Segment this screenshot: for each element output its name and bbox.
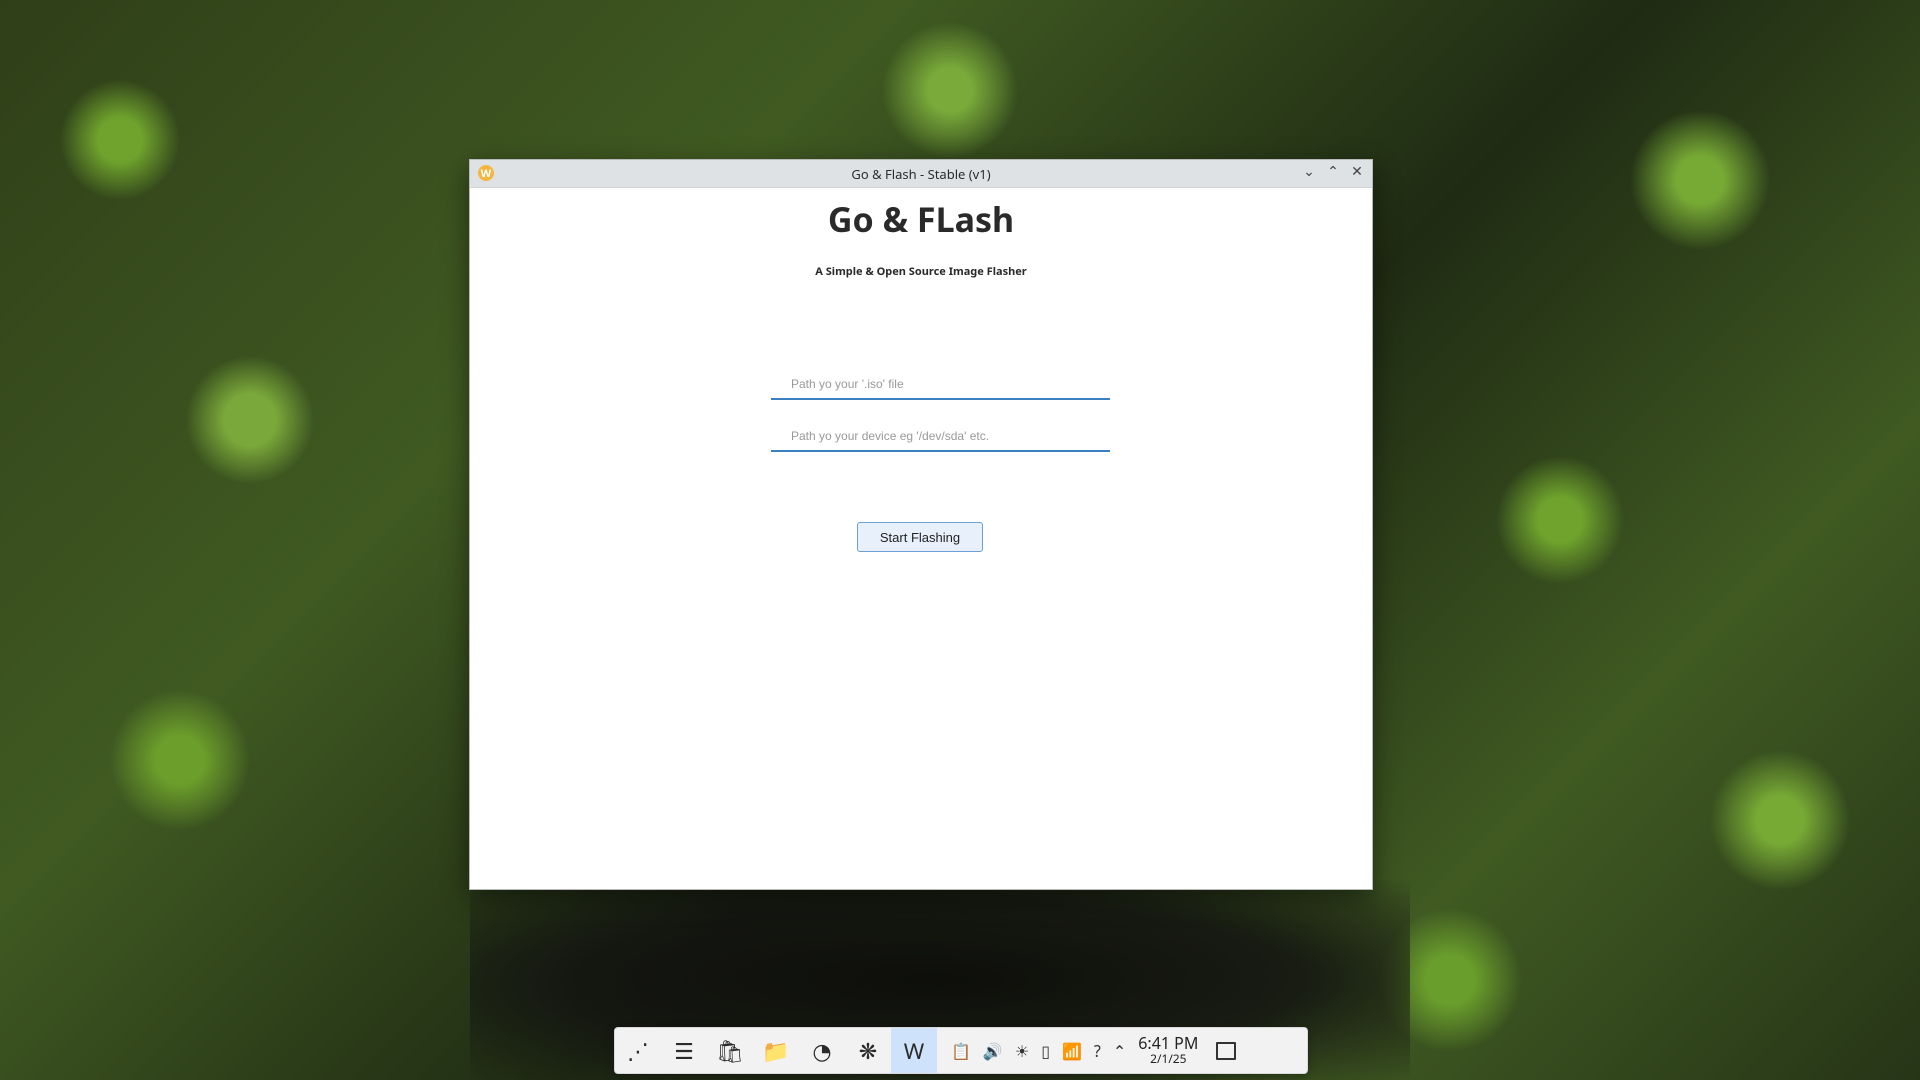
chevron-up-icon[interactable]: ⌃ xyxy=(1113,1040,1126,1062)
window-controls: ⌄ ⌃ ✕ xyxy=(1302,165,1364,179)
go-flash-app-icon[interactable]: W xyxy=(891,1028,937,1073)
window-title: Go & Flash - Stable (v1) xyxy=(851,164,991,183)
time-label: 6:41 PM xyxy=(1138,1031,1199,1054)
settings-app-icon[interactable]: ☰ xyxy=(661,1028,707,1073)
minimize-icon[interactable]: ⌄ xyxy=(1302,165,1316,179)
browser-app-icon[interactable]: ◔ xyxy=(799,1028,845,1073)
brightness-icon[interactable]: ☀ xyxy=(1015,1040,1029,1062)
clock[interactable]: 6:41 PM 2/1/25 xyxy=(1138,1035,1198,1067)
file-manager-app-icon[interactable]: 📁 xyxy=(753,1028,799,1073)
app-heading: Go & FLash xyxy=(827,196,1015,242)
app-icon: W xyxy=(478,165,494,181)
app-subheading: A Simple & Open Source Image Flasher xyxy=(815,264,1027,279)
go-flash-window: W Go & Flash - Stable (v1) ⌄ ⌃ ✕ Go & FL… xyxy=(469,159,1373,890)
clipboard-icon[interactable]: 📋 xyxy=(951,1040,971,1062)
start-flashing-button[interactable]: Start Flashing xyxy=(857,522,983,552)
device-path-input[interactable] xyxy=(771,422,1110,452)
discover-app-icon[interactable]: ❋ xyxy=(845,1028,891,1073)
system-tray: 📋 🔊 ☀ ▯ 📶 ? ⌃ xyxy=(951,1040,1126,1062)
volume-icon[interactable]: 🔊 xyxy=(983,1040,1003,1062)
wifi-icon[interactable]: 📶 xyxy=(1062,1040,1082,1062)
battery-icon[interactable]: ▯ xyxy=(1041,1040,1050,1062)
window-titlebar[interactable]: W Go & Flash - Stable (v1) ⌄ ⌃ ✕ xyxy=(470,160,1372,188)
close-icon[interactable]: ✕ xyxy=(1350,165,1364,179)
show-desktop-icon[interactable] xyxy=(1216,1041,1237,1060)
iso-path-input[interactable] xyxy=(771,370,1110,400)
store-app-icon[interactable]: 🛍 xyxy=(707,1028,753,1073)
application-launcher-icon[interactable]: ⋰ xyxy=(615,1028,661,1073)
maximize-icon[interactable]: ⌃ xyxy=(1326,165,1340,179)
help-icon[interactable]: ? xyxy=(1094,1040,1101,1062)
taskbar: ⋰ ☰ 🛍 📁 ◔ ❋ W 📋 🔊 ☀ ▯ 📶 ? ⌃ 6:41 PM 2/1/… xyxy=(614,1027,1308,1074)
window-content: Go & FLash A Simple & Open Source Image … xyxy=(470,188,1372,889)
